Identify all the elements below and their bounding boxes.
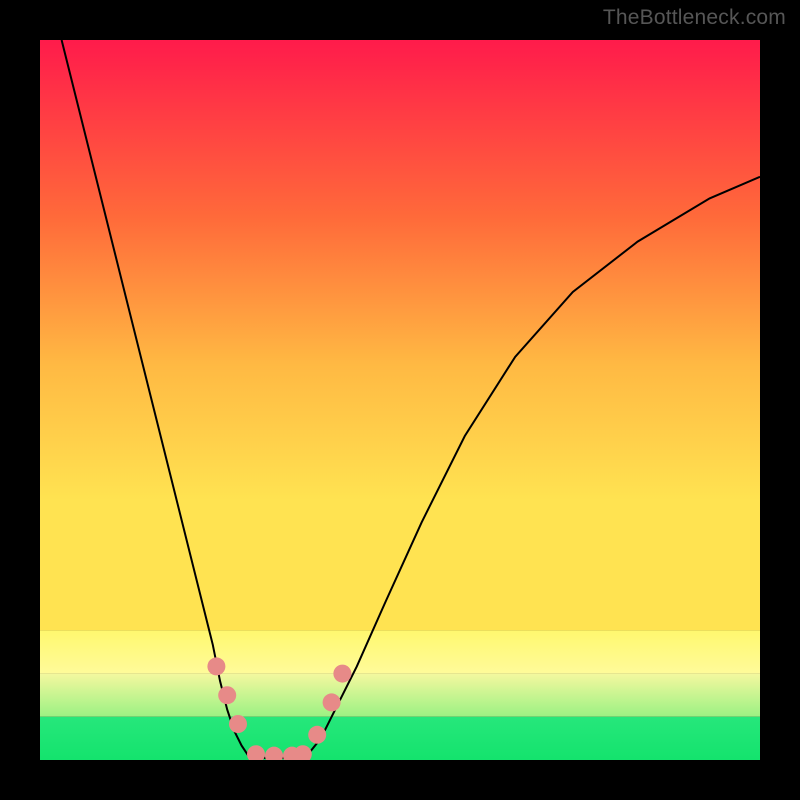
- data-marker: [247, 745, 265, 760]
- data-marker: [323, 693, 341, 711]
- data-marker: [265, 747, 283, 760]
- bottleneck-curve: [62, 40, 760, 758]
- data-marker: [294, 745, 312, 760]
- curve-layer: [40, 40, 760, 760]
- data-marker: [229, 715, 247, 733]
- data-marker: [218, 686, 236, 704]
- plot-area: [40, 40, 760, 760]
- data-marker: [333, 665, 351, 683]
- marker-group: [207, 657, 351, 760]
- data-marker: [308, 726, 326, 744]
- data-marker: [207, 657, 225, 675]
- watermark-text: TheBottleneck.com: [603, 6, 786, 30]
- chart-frame: TheBottleneck.com: [0, 0, 800, 800]
